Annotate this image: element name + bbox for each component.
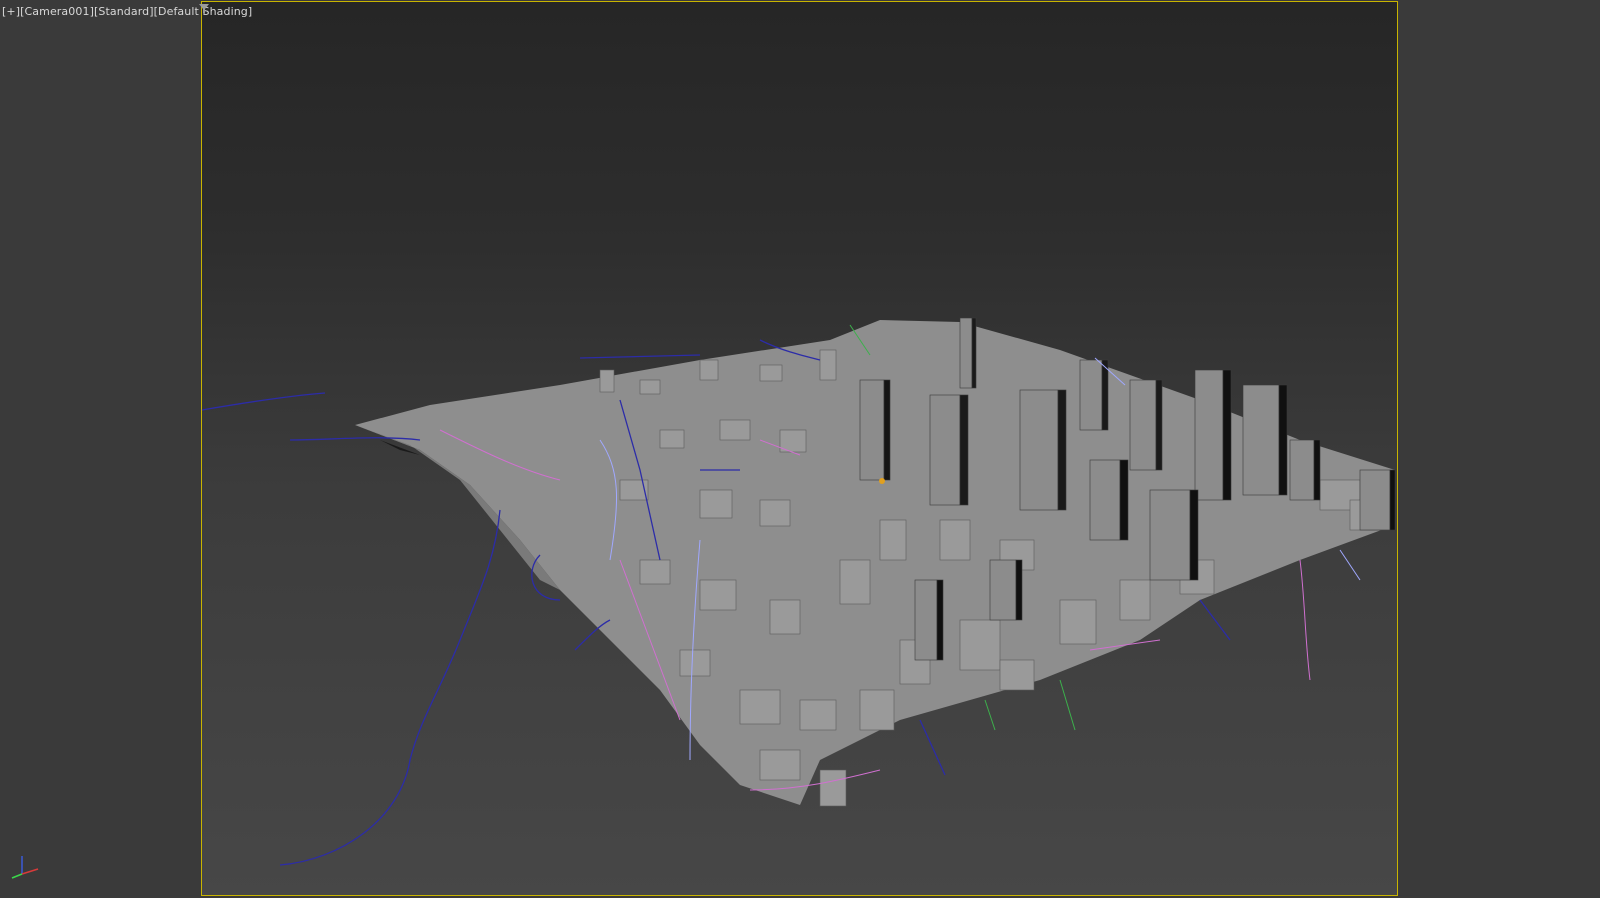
viewport[interactable]: [+] [Camera001] [Standard] [Default Shad… bbox=[0, 0, 1600, 898]
safe-frame bbox=[201, 1, 1398, 896]
viewport-menu-button[interactable]: [+] bbox=[2, 5, 20, 18]
viewport-label: [+] [Camera001] [Standard] [Default Shad… bbox=[2, 3, 252, 19]
funnel-icon[interactable] bbox=[199, 4, 209, 14]
view-mode-selector[interactable]: [Standard] bbox=[94, 5, 154, 18]
axis-tripod-icon bbox=[11, 856, 39, 879]
camera-selector[interactable]: [Camera001] bbox=[20, 5, 94, 18]
